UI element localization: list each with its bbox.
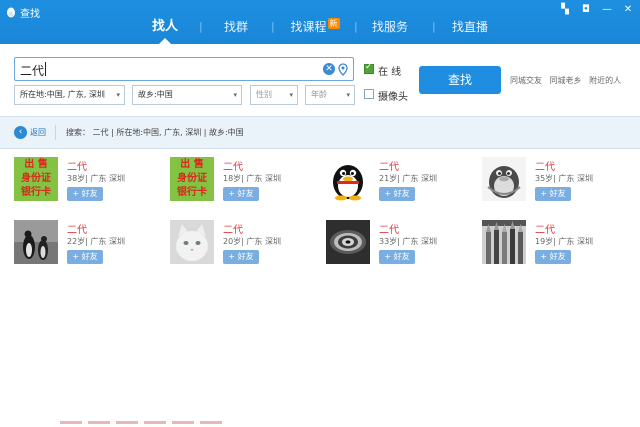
add-friend-button[interactable]: + 好友	[535, 250, 571, 264]
result-card[interactable]: 二代 35岁| 广东 深圳 + 好友	[482, 157, 632, 203]
tab-find-people[interactable]: 找人	[143, 16, 187, 44]
tab-find-live[interactable]: 找直播	[444, 16, 496, 44]
result-info: 20岁| 广东 深圳	[223, 237, 281, 246]
back-arrow-icon[interactable]: ‹	[14, 126, 27, 139]
age-select[interactable]: 年龄 ▾	[305, 85, 355, 105]
result-info: 38岁| 广东 深圳	[67, 174, 125, 183]
quick-link-nearby[interactable]: 附近的人	[589, 76, 621, 85]
chevron-down-icon: ▾	[346, 91, 350, 99]
pencils-photo-avatar	[482, 220, 526, 264]
result-info: 35岁| 广东 深圳	[535, 174, 593, 183]
result-name[interactable]: 二代	[535, 221, 555, 236]
online-label: 在 线	[378, 67, 402, 78]
location-select[interactable]: 所在地:中国, 广东, 深圳 ▾	[14, 85, 125, 105]
result-info: 19岁| 广东 深圳	[535, 237, 593, 246]
camera-checkbox[interactable]	[364, 89, 374, 99]
result-info: 18岁| 广东 深圳	[223, 174, 281, 183]
quick-link-hometown[interactable]: 同城老乡	[550, 76, 582, 85]
tab-find-groups[interactable]: 找群	[214, 16, 258, 44]
result-name[interactable]: 二代	[379, 158, 399, 173]
search-summary: 搜索： 二代 | 所在地:中国, 广东, 深圳 | 故乡:中国	[66, 128, 244, 137]
result-card[interactable]: 二代 20岁| 广东 深圳 + 好友	[170, 220, 320, 266]
quick-links: 同城交友 同城老乡 附近的人	[510, 75, 626, 86]
add-friend-button[interactable]: + 好友	[223, 187, 259, 201]
add-friend-button[interactable]: + 好友	[379, 250, 415, 264]
chevron-down-icon: ▾	[233, 91, 237, 99]
title-bar: 查找 ▚ ◘ — ✕ 找人 | 找群 | 找课程新 | 找服务 | 找直播	[0, 0, 640, 44]
result-name[interactable]: 二代	[379, 221, 399, 236]
tab-bar: 找人 | 找群 | 找课程新 | 找服务 | 找直播	[0, 16, 640, 44]
result-card[interactable]: 二代 19岁| 广东 深圳 + 好友	[482, 220, 632, 266]
skin-icon[interactable]: ◘	[580, 4, 592, 16]
result-info: 21岁| 广东 深圳	[379, 174, 437, 183]
gender-select[interactable]: 性别 ▾	[250, 85, 298, 105]
add-friend-button[interactable]: + 好友	[67, 250, 103, 264]
result-card[interactable]: 出 售 身份证 银行卡 二代 38岁| 广东 深圳 + 好友	[14, 157, 164, 203]
result-card[interactable]: 二代 21岁| 广东 深圳 + 好友	[326, 157, 476, 203]
minimize-icon[interactable]: —	[601, 4, 613, 16]
result-name[interactable]: 二代	[67, 158, 87, 173]
back-link[interactable]: 返回	[30, 127, 46, 138]
close-icon[interactable]: ✕	[622, 4, 634, 16]
result-card[interactable]: 二代 22岁| 广东 深圳 + 好友	[14, 220, 164, 266]
result-info: 22岁| 广东 深圳	[67, 237, 125, 246]
find-button[interactable]: 查找	[419, 66, 501, 94]
add-friend-button[interactable]: + 好友	[223, 250, 259, 264]
result-name[interactable]: 二代	[223, 221, 243, 236]
chevron-down-icon: ▾	[116, 91, 120, 99]
add-friend-button[interactable]: + 好友	[379, 187, 415, 201]
menu-icon[interactable]: ▚	[559, 4, 571, 16]
breadcrumb: ‹ 返回 搜索： 二代 | 所在地:中国, 广东, 深圳 | 故乡:中国	[0, 116, 640, 149]
quick-link-local-friends[interactable]: 同城交友	[510, 76, 542, 85]
penguins-photo-avatar	[14, 220, 58, 264]
hometown-select[interactable]: 故乡:中国 ▾	[132, 85, 242, 105]
penguin-grayscale-avatar-icon	[482, 157, 526, 201]
add-friend-button[interactable]: + 好友	[535, 187, 571, 201]
clear-icon[interactable]: ✕	[323, 63, 335, 75]
text-caret	[45, 62, 46, 76]
penguin-avatar-icon	[326, 157, 370, 201]
results-grid: 出 售 身份证 银行卡 二代 38岁| 广东 深圳 + 好友 出 售 身份证 银…	[0, 150, 640, 427]
result-name[interactable]: 二代	[67, 221, 87, 236]
truncated-next-row	[60, 421, 260, 424]
tab-find-courses[interactable]: 找课程新	[284, 16, 346, 44]
result-card[interactable]: 二代 33岁| 广东 深圳 + 好友	[326, 220, 476, 266]
add-friend-button[interactable]: + 好友	[67, 187, 103, 201]
result-name[interactable]: 二代	[535, 158, 555, 173]
avatar: 出 售 身份证 银行卡	[14, 157, 58, 201]
result-info: 33岁| 广东 深圳	[379, 237, 437, 246]
cat-photo-avatar	[170, 220, 214, 264]
search-panel: 二代 ✕ 在 线 摄像头 查找 同城交友 同城老乡 附近的人 所在地:中国, 广…	[0, 44, 640, 116]
tab-find-services[interactable]: 找服务	[364, 16, 416, 44]
location-pin-icon[interactable]	[338, 63, 348, 76]
online-checkbox[interactable]	[364, 62, 374, 74]
result-card[interactable]: 出 售 身份证 银行卡 二代 18岁| 广东 深圳 + 好友	[170, 157, 320, 203]
divider	[55, 125, 56, 140]
camera-label: 摄像头	[378, 92, 408, 103]
search-input-value: 二代	[20, 64, 45, 78]
result-name[interactable]: 二代	[223, 158, 243, 173]
new-badge: 新	[327, 18, 340, 29]
chevron-down-icon: ▾	[289, 91, 293, 99]
avatar: 出 售 身份证 银行卡	[170, 157, 214, 201]
search-input[interactable]: 二代 ✕	[14, 57, 354, 81]
spiral-photo-avatar	[326, 220, 370, 264]
